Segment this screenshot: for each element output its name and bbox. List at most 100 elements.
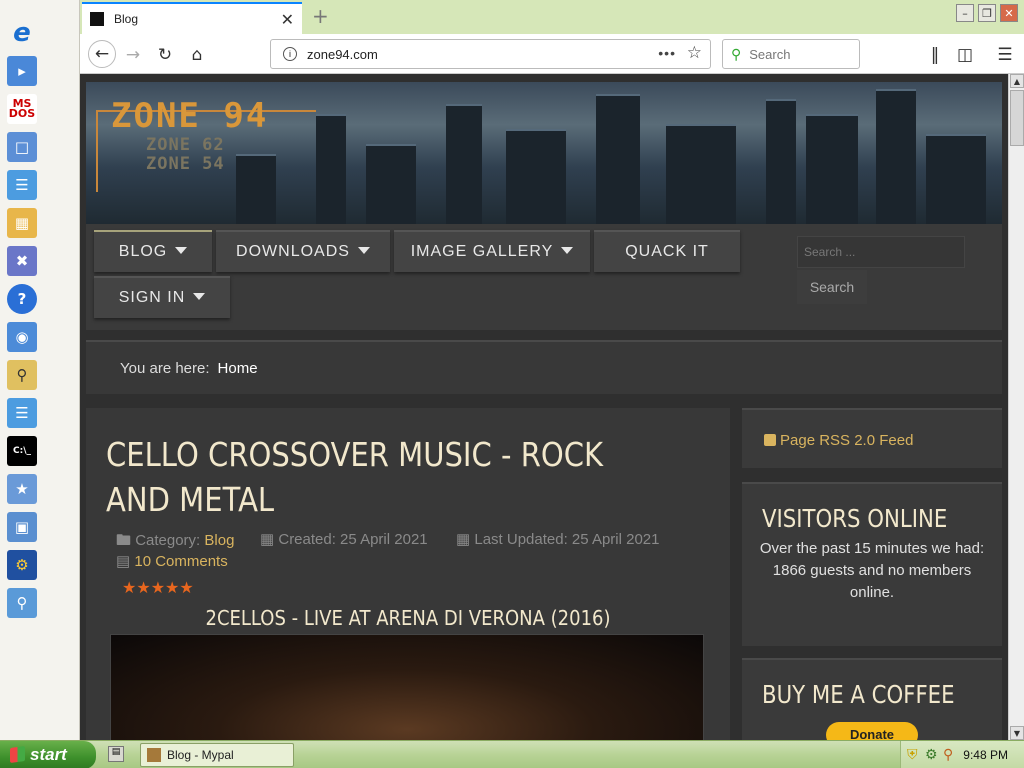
rating-stars[interactable]: ★★★★★ [122,578,194,597]
reload-button[interactable]: ↻ [152,42,178,68]
visitors-title: VISITORS ONLINE [762,504,948,533]
visitors-text: Over the past 15 minutes we had: 1866 gu… [756,538,988,604]
notepad-icon[interactable]: ☰ [7,170,37,200]
bookmark-star-icon[interactable]: ☆ [687,43,702,63]
library-icon[interactable]: ‖ [922,42,948,68]
article-created: ▦ Created: 25 April 2021 [260,530,428,548]
category-label: Category: [135,532,201,549]
taskbar-task-blog[interactable]: Blog - Mypal [140,743,294,767]
site-banner: ZONE 94 ZONE 62 ZONE 54 [86,82,1002,224]
control-panel-icon[interactable]: ▦ [7,208,37,238]
start-button[interactable]: start [0,741,96,768]
article: CELLO CROSSOVER MUSIC - ROCK AND METAL 🖿… [86,408,730,740]
network-wizard-icon[interactable]: ★ [7,474,37,504]
computer-icon[interactable]: □ [7,132,37,162]
sidebar-toggle-icon[interactable]: ◫ [952,42,978,68]
updated-date: Last Updated: 25 April 2021 [474,531,660,548]
logo-sub-1: ZONE 62 [146,135,225,155]
show-desktop-icon[interactable]: ▤ [108,746,124,762]
menu-downloads-label: DOWNLOADS [236,243,350,260]
page-actions-icon[interactable]: ••• [658,45,676,61]
comment-icon: ▤ [116,553,131,570]
created-date: Created: 25 April 2021 [278,531,428,548]
caret-down-icon [175,246,188,254]
caret-down-icon [193,292,206,300]
network-icon[interactable]: ◉ [7,322,37,352]
menu-sign-in-label: SIGN IN [118,289,186,306]
scroll-down-icon[interactable]: ▼ [1010,726,1024,740]
rss-label: Page RSS 2.0 Feed [780,432,914,449]
close-window-button[interactable]: ✕ [1000,4,1018,22]
caret-down-icon [561,246,574,254]
breadcrumb-label: You are here: [120,359,210,377]
article-comments: ▤ 10 Comments [116,552,228,570]
search-engine-icon: ⚲ [731,45,742,62]
internet-explorer-icon[interactable]: e [7,18,37,48]
app-icon[interactable]: ▸ [7,56,37,86]
page-scrollbar[interactable]: ▲ ▼ [1008,74,1024,740]
scroll-thumb[interactable] [1010,90,1024,146]
search-tray-icon[interactable]: ⚲ [943,746,953,763]
settings-icon[interactable]: ⚙ [7,550,37,580]
minimize-button[interactable]: – [956,4,974,22]
article-title[interactable]: CELLO CROSSOVER MUSIC - ROCK AND METAL [106,432,634,522]
coffee-title: BUY ME A COFFEE [762,680,955,709]
main-menu: BLOG DOWNLOADS IMAGE GALLERY QUACK IT SI… [86,224,1002,330]
monitor-icon[interactable]: ▣ [7,512,37,542]
folder-icon: 🖿 [116,532,132,549]
forward-button[interactable]: → [120,42,146,68]
logo-sub-2: ZONE 54 [146,154,225,174]
menu-quack-it[interactable]: QUACK IT [594,230,740,272]
maximize-button[interactable]: ❐ [978,4,996,22]
calendar-icon: ▦ [260,531,275,548]
site-search-button[interactable]: Search [797,270,867,304]
close-tab-icon[interactable]: ✕ [281,10,294,30]
video-player[interactable] [110,634,704,740]
tools-icon[interactable]: ✖ [7,246,37,276]
favicon-icon [90,12,104,26]
url-bar[interactable]: i zone94.com ••• ☆ [270,39,711,69]
new-tab-button[interactable]: + [312,4,329,28]
web-page: ZONE 94 ZONE 62 ZONE 54 BLOG DOWNLOADS I… [80,74,1008,740]
back-button[interactable]: ← [88,40,116,68]
visitors-count: 1866 guests and no members online. [772,562,972,601]
clock[interactable]: 9:48 PM [963,748,1008,762]
menu-blog[interactable]: BLOG [94,230,212,272]
visitors-text-line1: Over the past 15 minutes we had: [759,540,985,557]
command-prompt-icon[interactable]: C:\_ [7,436,37,466]
site-logo[interactable]: ZONE 94 [111,96,268,136]
search-icon[interactable]: ⚲ [7,360,37,390]
menu-downloads[interactable]: DOWNLOADS [216,230,390,272]
menu-hamburger-icon[interactable]: ☰ [992,42,1018,68]
tab-strip: Blog ✕ + – ❐ ✕ [80,0,1024,34]
site-info-icon[interactable]: i [283,47,297,61]
magnifier-icon[interactable]: ⚲ [7,588,37,618]
mypal-icon [147,748,161,762]
comments-link[interactable]: 10 Comments [134,553,227,570]
url-text: zone94.com [307,46,378,62]
donate-button[interactable]: Donate [826,722,918,740]
network-tray-icon[interactable]: ⚙ [925,746,938,763]
home-button[interactable]: ⌂ [184,42,210,68]
start-label: start [30,745,67,764]
rss-feed-link[interactable]: Page RSS 2.0 Feed [764,432,913,449]
notes-icon[interactable]: ☰ [7,398,37,428]
help-icon[interactable]: ? [7,284,37,314]
rss-module: Page RSS 2.0 Feed [742,408,1002,468]
article-updated: ▦ Last Updated: 25 April 2021 [456,530,660,548]
quick-launch-bar: e ▸ MS DOS □ ☰ ▦ ✖ ? ◉ ⚲ ☰ C:\_ ★ ▣ ⚙ ⚲ [0,0,80,740]
article-subtitle: 2CELLOS - LIVE AT ARENA DI VERONA (2016) [205,606,611,630]
coffee-module: BUY ME A COFFEE Donate [742,658,1002,740]
menu-image-gallery[interactable]: IMAGE GALLERY [394,230,590,272]
browser-search-input[interactable]: ⚲ Search [722,39,860,69]
shield-icon[interactable]: ⛨ [907,746,918,763]
breadcrumb-home-link[interactable]: Home [218,360,258,377]
site-search-input[interactable]: Search ... [797,236,965,268]
ms-dos-icon[interactable]: MS DOS [7,94,37,124]
scroll-up-icon[interactable]: ▲ [1010,74,1024,88]
category-link[interactable]: Blog [204,532,234,549]
breadcrumb: You are here: Home [86,340,1002,394]
menu-sign-in[interactable]: SIGN IN [94,276,230,318]
menu-image-gallery-label: IMAGE GALLERY [410,243,554,260]
tab-blog[interactable]: Blog ✕ [82,2,302,34]
